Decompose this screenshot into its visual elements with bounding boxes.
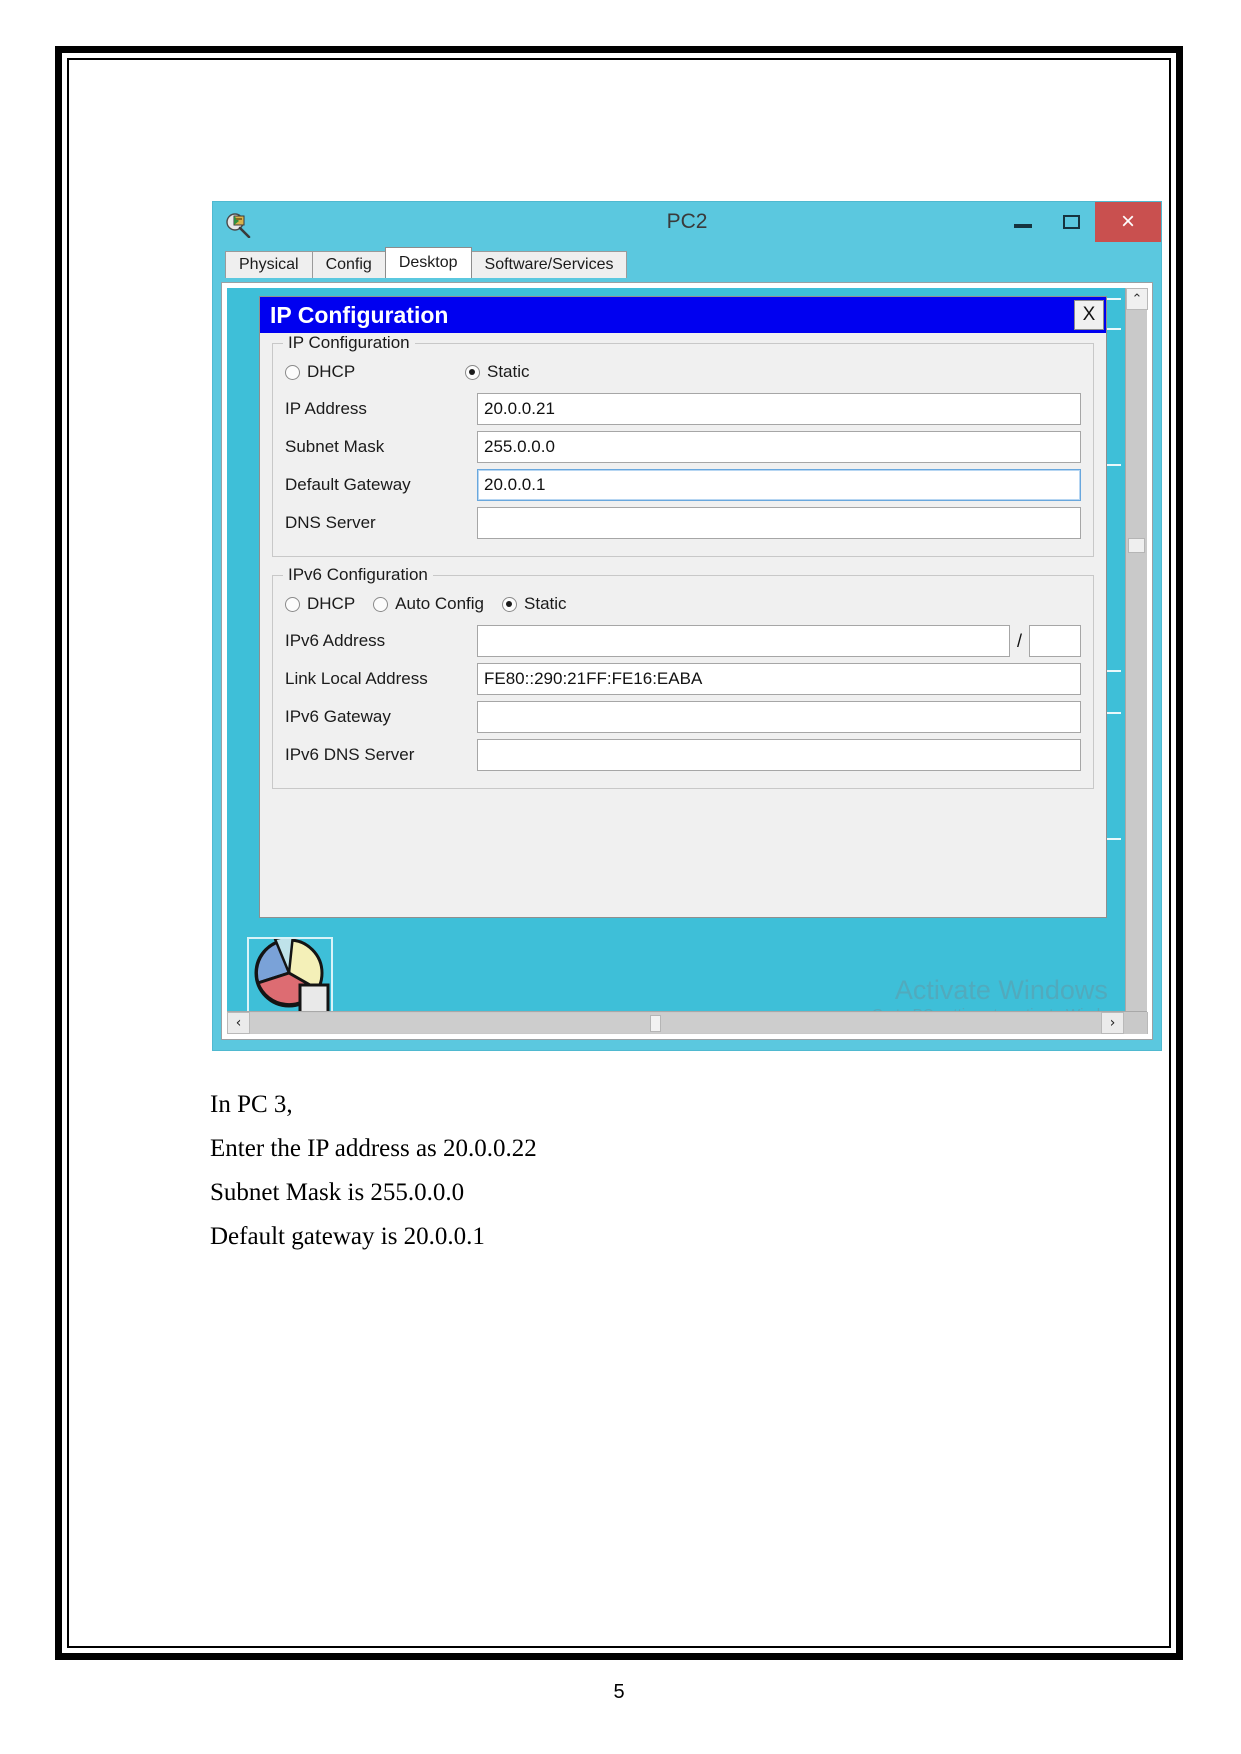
subnet-mask-row: Subnet Mask 255.0.0.0 [285, 430, 1081, 464]
tab-config[interactable]: Config [311, 251, 386, 278]
ipv6-radio-auto-config[interactable]: Auto Config [373, 594, 484, 614]
paragraph-4: Default gateway is 20.0.0.1 [210, 1223, 485, 1250]
tab-software-services[interactable]: Software/Services [470, 251, 628, 278]
ipv6-prefix-separator: / [1016, 630, 1022, 651]
tab-physical[interactable]: Physical [225, 251, 313, 278]
window-controls: × [999, 202, 1161, 242]
horizontal-scroll-thumb[interactable] [649, 1015, 661, 1032]
ipv6-address-label: IPv6 Address [285, 631, 386, 650]
ip-address-row: IP Address 20.0.0.21 [285, 392, 1081, 426]
tab-desktop[interactable]: Desktop [384, 247, 472, 278]
maximize-button[interactable] [1047, 202, 1095, 242]
paragraph-1: In PC 3, [210, 1091, 293, 1118]
link-local-address-input[interactable]: FE80::290:21FF:FE16:EABA [477, 663, 1081, 695]
ip-address-label: IP Address [285, 399, 367, 418]
ip-address-input[interactable]: 20.0.0.21 [477, 393, 1081, 425]
ipv4-mode-row: DHCP Static [285, 358, 1081, 386]
default-gateway-label: Default Gateway [285, 475, 411, 494]
dns-server-input[interactable] [477, 507, 1081, 539]
scroll-left-button[interactable]: ‹ [227, 1012, 250, 1034]
minimize-icon [1014, 224, 1032, 228]
ipv6-dns-server-row: IPv6 DNS Server [285, 738, 1081, 772]
ipv6-group-legend: IPv6 Configuration [283, 565, 433, 585]
ipv6-radio-static-label: Static [524, 594, 567, 613]
ipv6-address-input[interactable] [477, 625, 1010, 657]
window-titlebar: PC2 × [213, 202, 1161, 248]
link-local-address-row: Link Local Address FE80::290:21FF:FE16:E… [285, 662, 1081, 696]
page-number: 5 [613, 1681, 625, 1703]
watermark-line-1: Activate Windows [894, 975, 1108, 1006]
close-button[interactable]: × [1095, 202, 1161, 242]
packet-tracer-pc-window: PC2 × Physical Config Desktop Software/S… [212, 201, 1162, 1051]
dns-server-label: DNS Server [285, 513, 376, 532]
horizontal-scrollbar[interactable]: ‹ › [227, 1011, 1147, 1034]
radio-static-icon [465, 364, 480, 380]
ipv6-radio-dhcp-label: DHCP [307, 594, 356, 613]
ipv6-dns-server-input[interactable] [477, 739, 1081, 771]
radio-dhcp-icon [285, 364, 300, 380]
vertical-scroll-thumb[interactable] [1128, 538, 1145, 553]
maximize-icon [1062, 215, 1080, 229]
ipv6-gateway-row: IPv6 Gateway [285, 700, 1081, 734]
ip-configuration-titlebar: IP Configuration X [260, 297, 1106, 333]
ipv6-address-row: IPv6 Address / [285, 624, 1081, 658]
ipv6-radio-dhcp[interactable]: DHCP [285, 594, 355, 614]
ipv6-dns-server-label: IPv6 DNS Server [285, 745, 415, 764]
paragraph-3: Subnet Mask is 255.0.0.0 [210, 1179, 465, 1206]
scroll-up-button[interactable]: ⌃ [1126, 288, 1148, 310]
desktop-panel: or • IP Configuration X IP Configuration [221, 282, 1153, 1040]
ip-configuration-title: IP Configuration [270, 301, 449, 328]
ipv4-radio-dhcp[interactable]: DHCP [285, 362, 465, 382]
default-gateway-row: Default Gateway 20.0.0.1 [285, 468, 1081, 502]
ipv4-group-legend: IP Configuration [283, 333, 415, 353]
ipv6-prefix-input[interactable] [1029, 625, 1081, 657]
dns-server-row: DNS Server [285, 506, 1081, 540]
vertical-scrollbar[interactable]: ⌃ ⌄ [1125, 288, 1148, 1034]
ipv4-radio-dhcp-label: DHCP [307, 362, 356, 381]
document-page: PC2 × Physical Config Desktop Software/S… [55, 46, 1183, 1703]
ipv6-radio-static[interactable]: Static [502, 594, 567, 614]
radio-ipv6-static-icon [502, 596, 518, 612]
spreadsheet-pie-chart-icon [249, 939, 331, 1011]
ip-configuration-close-button[interactable]: X [1074, 300, 1104, 330]
paragraph-2: Enter the IP address as 20.0.0.22 [210, 1135, 537, 1162]
scroll-right-button[interactable]: › [1101, 1012, 1124, 1034]
desktop-icon-cell[interactable] [247, 937, 333, 1011]
ipv6-gateway-label: IPv6 Gateway [285, 707, 391, 726]
link-local-address-label: Link Local Address [285, 669, 428, 688]
horizontal-scroll-track[interactable] [250, 1013, 1101, 1033]
radio-ipv6-autoconfig-icon [373, 596, 389, 612]
tab-strip: Physical Config Desktop Software/Service… [213, 247, 1161, 278]
minimize-button[interactable] [999, 202, 1047, 242]
document-body-text: In PC 3, Enter the IP address as 20.0.0.… [210, 1083, 1010, 1259]
ip-configuration-dialog: IP Configuration X IP Configuration DHCP [259, 296, 1107, 918]
ipv4-radio-static[interactable]: Static [465, 362, 530, 382]
ipv6-gateway-input[interactable] [477, 701, 1081, 733]
desktop-surface: or • IP Configuration X IP Configuration [227, 288, 1148, 1034]
ipv6-radio-auto-config-label: Auto Config [395, 594, 485, 613]
radio-ipv6-dhcp-icon [285, 596, 300, 612]
ipv6-mode-row: DHCP Auto Config Static [285, 590, 1081, 618]
subnet-mask-label: Subnet Mask [285, 437, 385, 456]
ipv4-radio-static-label: Static [487, 362, 530, 381]
subnet-mask-input[interactable]: 255.0.0.0 [477, 431, 1081, 463]
ipv4-configuration-group: IP Configuration DHCP Static IP Address … [272, 333, 1094, 557]
ipv6-configuration-group: IPv6 Configuration DHCP Auto Config Stat… [272, 565, 1094, 789]
default-gateway-input[interactable]: 20.0.0.1 [477, 469, 1081, 501]
